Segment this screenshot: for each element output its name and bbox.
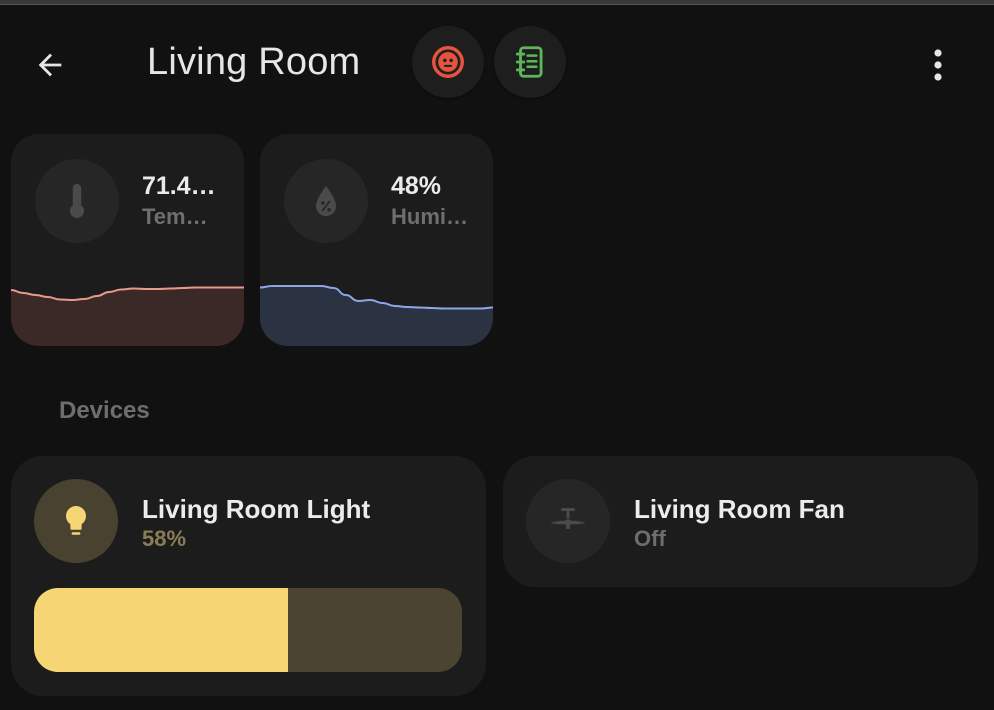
fan-name: Living Room Fan: [634, 494, 845, 524]
humidity-sparkline: [260, 285, 493, 346]
arrow-left-icon: [38, 53, 62, 77]
thermometer-icon: [69, 184, 85, 218]
alarm-panel-chip[interactable]: [412, 26, 484, 98]
notebook-icon: [515, 46, 543, 78]
overflow-menu-button[interactable]: [914, 41, 962, 89]
fan-state: Off: [634, 526, 666, 551]
light-state: 58%: [142, 526, 187, 551]
dots-vertical-icon: [934, 49, 942, 81]
light-name: Living Room Light: [142, 494, 371, 524]
brightness-slider[interactable]: [34, 588, 462, 672]
humidity-label: Humi…: [391, 204, 468, 229]
back-button[interactable]: [26, 41, 74, 89]
light-toggle-button[interactable]: [34, 479, 118, 563]
sparkline-fill: [260, 286, 493, 346]
living-room-light-card[interactable]: Living Room Light 58%: [11, 456, 486, 696]
temperature-sparkline: [11, 286, 244, 346]
lightbulb-icon: [66, 506, 86, 535]
header: Living Room: [0, 5, 994, 117]
fan-toggle-button[interactable]: [526, 479, 610, 563]
ceiling-fan-icon: [550, 508, 586, 529]
sensor-icon-circle: [284, 159, 368, 243]
temperature-sensor-card[interactable]: 71.4… Tem…: [11, 134, 244, 346]
humidity-value: 48%: [391, 172, 442, 200]
water-percent-icon: [316, 186, 336, 216]
alarm-panel-icon: [432, 46, 464, 78]
brightness-slider-fill: [34, 588, 288, 672]
temperature-value: 71.4…: [142, 172, 216, 200]
notebook-chip[interactable]: [494, 26, 566, 98]
page-title: Living Room: [147, 41, 361, 83]
temperature-label: Tem…: [142, 204, 208, 229]
sensor-icon-circle: [35, 159, 119, 243]
devices-section-title: Devices: [59, 397, 150, 424]
humidity-sensor-card[interactable]: 48% Humi…: [260, 134, 493, 346]
living-room-fan-card[interactable]: Living Room Fan Off: [503, 456, 978, 587]
